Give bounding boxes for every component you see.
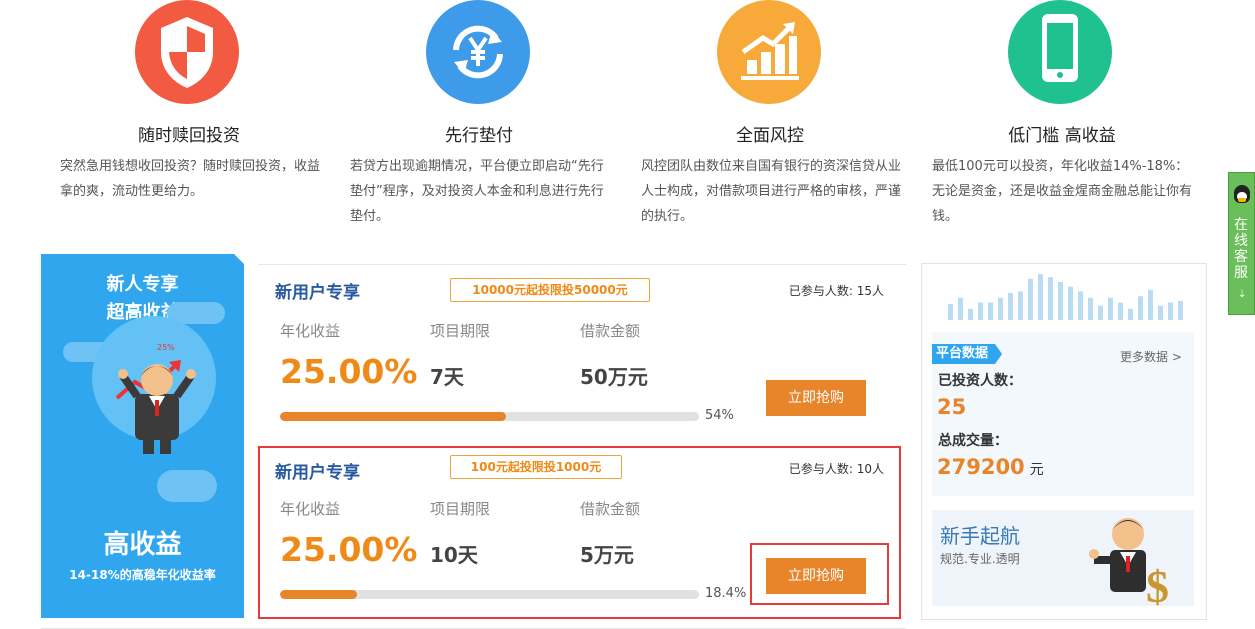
stats-bar — [1028, 278, 1033, 320]
businessman-illustration: 25% — [97, 336, 217, 470]
stats-bar — [958, 297, 963, 320]
stats-header-tag: 平台数据 — [932, 344, 1003, 364]
stats-bar — [1048, 277, 1053, 320]
promo-small: 14-18%的高稳年化收益率 — [69, 568, 216, 582]
stats-bar — [1128, 308, 1133, 320]
growth-badge: 25% — [157, 343, 175, 352]
investment-limit-tag: 100元起投限投1000元 — [450, 455, 622, 479]
term-value: 10天 — [430, 543, 478, 567]
buy-now-button[interactable]: 立即抢购 — [766, 380, 866, 416]
amount-label: 借款金额 — [580, 500, 641, 518]
annual-rate: 25.00% — [280, 530, 418, 569]
mobile-phone-icon — [1008, 0, 1112, 104]
investors-label: 已投资人数： — [938, 373, 1022, 389]
term-value: 7天 — [430, 365, 464, 389]
online-service-tab[interactable]: 在线客服 ⇣ — [1228, 172, 1255, 315]
stats-bar — [978, 302, 983, 320]
more-data-link[interactable]: 更多数据 > — [1120, 348, 1182, 365]
progress-bar — [280, 412, 699, 421]
term-label: 项目期限 — [430, 500, 491, 518]
feature-title: 先行垫付 — [445, 126, 513, 146]
stats-bar — [1068, 286, 1073, 320]
promo-big: 高收益 — [103, 530, 182, 560]
promo-line1: 新人专享 — [106, 274, 179, 295]
online-service-label: 在线客服 — [1234, 217, 1248, 281]
cloud-icon — [157, 470, 217, 502]
stats-bar — [1038, 274, 1043, 320]
stats-bar — [968, 308, 973, 320]
product-title: 新用户专享 — [275, 283, 360, 303]
stats-bar — [1058, 281, 1063, 320]
stats-bar — [1108, 297, 1113, 320]
amount-value: 50万元 — [580, 365, 648, 389]
volume-value: 279200 — [937, 455, 1025, 479]
guide-subtitle: 规范.专业.透明 — [940, 552, 1020, 566]
svg-text:$: $ — [1146, 561, 1169, 606]
stats-bar — [1148, 289, 1153, 320]
newbie-guide-box[interactable]: 新手起航 规范.专业.透明 $ — [932, 510, 1194, 612]
progress-fill — [280, 412, 507, 421]
annual-rate: 25.00% — [280, 352, 418, 391]
rate-label: 年化收益 — [280, 322, 341, 340]
amount-value: 5万元 — [580, 543, 634, 567]
progress-fill — [280, 590, 358, 599]
stats-bar — [1078, 291, 1083, 320]
platform-stats-panel: 平台数据 更多数据 > 已投资人数： 25 总成交量： 279200 元 新手起… — [921, 263, 1207, 620]
stats-bar-graphic — [948, 274, 1183, 320]
yen-exchange-icon — [426, 0, 530, 104]
volume-unit: 元 — [1029, 462, 1044, 478]
growth-chart-icon — [717, 0, 821, 104]
product-title: 新用户专享 — [275, 463, 360, 483]
investment-limit-tag: 10000元起投限投50000元 — [450, 278, 650, 302]
stats-bar — [1168, 302, 1173, 320]
stats-bar — [1098, 305, 1103, 320]
stats-bar — [1088, 297, 1093, 320]
rate-label: 年化收益 — [280, 500, 341, 518]
businessman-money-illustration: $ — [1088, 512, 1188, 612]
newbie-promo-banner[interactable]: 新人专享 超高收益 25% 高收益 14-18%的高稳年化收益率 — [41, 254, 244, 618]
participant-count: 已参与人数: 10人 — [788, 462, 884, 476]
term-label: 项目期限 — [430, 322, 491, 340]
feature-title: 全面风控 — [736, 126, 804, 146]
stats-bar — [988, 302, 993, 320]
stats-bar — [1158, 305, 1163, 320]
stats-bar — [1018, 291, 1023, 320]
progress-percent: 18.4% — [705, 586, 747, 601]
stats-header: 平台数据 — [936, 346, 989, 361]
feature-desc: 突然急用钱想收回投资？随时赎回投资，收益拿的爽，流动性更给力。 — [60, 159, 321, 199]
penguin-icon — [1234, 185, 1250, 203]
feature-title: 低门槛 高收益 — [1008, 126, 1116, 146]
amount-label: 借款金额 — [580, 322, 641, 340]
shield-icon — [135, 0, 239, 104]
feature-title: 随时赎回投资 — [138, 126, 240, 146]
feature-desc: 最低100元可以投资，年化收益14%-18%：无论是资金，还是收益金煋商金融总能… — [932, 159, 1193, 224]
product-card[interactable]: 新用户专享 100元起投限投1000元 已参与人数: 10人 年化收益 项目期限… — [258, 446, 906, 620]
stats-bar — [1118, 302, 1123, 320]
feature-desc: 若贷方出现逾期情况，平台便立即启动“先行垫付”程序，及对投资人本金和利息进行先行… — [350, 159, 604, 224]
buy-now-button[interactable]: 立即抢购 — [766, 558, 866, 594]
chevron-icon: ⇣ — [1238, 289, 1247, 300]
stats-bar — [998, 297, 1003, 320]
stats-bar — [1138, 296, 1143, 320]
investors-value: 25 — [937, 395, 967, 419]
progress-percent: 54% — [705, 408, 734, 423]
guide-title: 新手起航 — [940, 524, 1020, 548]
stats-bar — [1178, 300, 1183, 320]
volume-label: 总成交量： — [938, 433, 1008, 449]
progress-bar — [280, 590, 699, 599]
feature-desc: 风控团队由数位来自国有银行的资深信贷从业人士构成，对借款项目进行严格的审核，严谨… — [641, 159, 902, 224]
product-card[interactable]: 新用户专享 10000元起投限投50000元 已参与人数: 15人 年化收益 项… — [258, 264, 906, 440]
stats-bar — [1008, 293, 1013, 320]
participant-count: 已参与人数: 15人 — [788, 284, 884, 298]
stats-bar — [948, 304, 953, 320]
